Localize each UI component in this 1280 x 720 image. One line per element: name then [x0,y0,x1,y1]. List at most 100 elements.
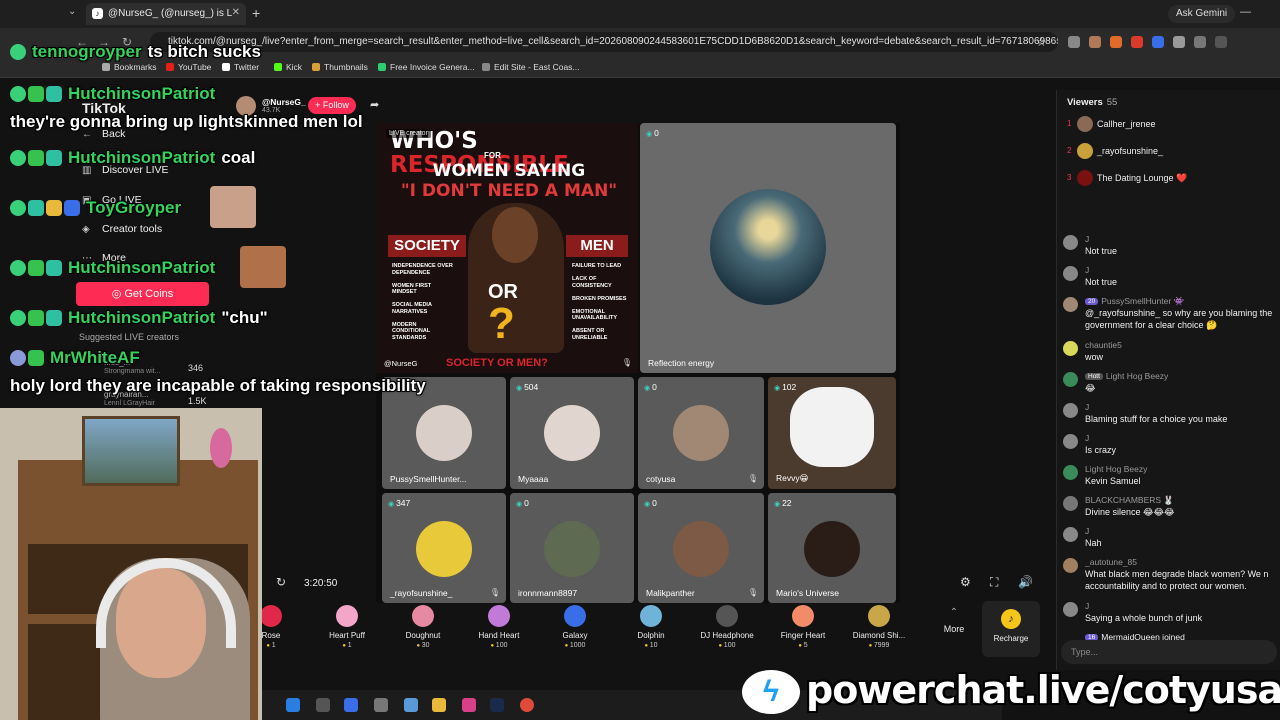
gift-item[interactable]: DJ Headphone100 [694,605,760,649]
bookmark-star-icon[interactable]: ☆ [1036,35,1047,49]
new-tab-icon[interactable]: + [252,5,260,21]
guest-cell[interactable]: 504 Myaaaa [510,377,634,489]
guest-score: 0 [644,498,657,508]
gift-item[interactable]: Galaxy1000 [542,605,608,649]
mic-muted-icon: 🎙 [489,588,500,597]
guest-name: Revvy😁 [776,473,809,483]
guest-cell[interactable]: 0 ironnmann8897 [510,493,634,603]
chat-input[interactable]: Type... [1061,640,1277,664]
more-gifts-button[interactable]: ⌃ More [934,607,974,634]
diamond-gift-icon [868,605,890,627]
guest-avatar [416,405,472,461]
store-icon[interactable] [316,698,330,712]
guest-avatar [804,521,860,577]
guest-name: Mario's Universe [776,588,840,598]
poster-question-mark: ? [488,299,515,348]
download-icon[interactable] [1215,36,1227,48]
guest-score: 0 [644,382,657,392]
chrome-icon[interactable] [520,698,534,712]
viewer-row[interactable]: 3 The Dating Lounge ❤️ [1067,170,1277,188]
guest-name: ironnmann8897 [518,588,578,598]
guest-cell[interactable]: 347 _rayofsunshine_ 🎙 [382,493,506,603]
avatar [1063,496,1078,511]
extension-icon[interactable] [1068,36,1080,48]
streamer-webcam [0,408,262,720]
extensions-puzzle-icon[interactable] [1194,36,1206,48]
heart-puff-gift-icon [336,605,358,627]
live-timer: 3:20:50 [304,578,338,589]
viewers-title: Viewers 55 [1067,97,1118,108]
guest-cell[interactable]: 22 Mario's Universe [768,493,896,603]
settings-icon[interactable] [374,698,388,712]
dolphin-gift-icon [640,605,662,627]
poster-for: FOR [484,151,501,160]
guest-cell[interactable]: 0 Malikpanther 🎙 [638,493,764,603]
live-multi-guest-grid: WHO'S RESPONSIBLE FOR WOMEN SAYING "I DON… [376,123,900,603]
ask-gemini-button[interactable]: Ask Gemini [1168,5,1236,23]
avatar [1063,527,1078,542]
extension-icon[interactable] [1131,36,1143,48]
landscape-painting-image [82,416,180,486]
guest-score: 102 [774,382,796,392]
folder-icon[interactable] [432,698,446,712]
bookmark-edit-site[interactable]: Edit Site - East Coas... [482,62,580,72]
guest-cell[interactable]: 0 Reflection energy [640,123,896,373]
tiktok-favicon-icon: ♪ [92,8,103,19]
extension-icon[interactable] [1110,36,1122,48]
photoshop-icon[interactable] [490,698,504,712]
poster-men-label: MEN [566,235,628,257]
coin-icon: ♪ [1001,609,1021,629]
gift-item[interactable]: Diamond Shi...7999 [846,605,912,649]
overlay-chat-line: HutchinsonPatriot [10,258,215,278]
guest-name: Myaaaa [518,474,549,484]
browser-tab[interactable]: ♪ @NurseG_ (@nurseg_) is L ✕ [86,3,246,25]
avatar [1063,341,1078,356]
extension-icon[interactable] [1173,36,1185,48]
gift-item[interactable]: Doughnut30 [390,605,456,649]
app-icon[interactable] [404,698,418,712]
overlay-chat-line: ToyGroyper [10,198,181,218]
mic-muted-icon: 🎙 [621,358,632,367]
guest-avatar [673,521,729,577]
gift-item[interactable]: Finger Heart5 [770,605,836,649]
avatar [1063,266,1078,281]
recharge-button[interactable]: ♪ Recharge [982,601,1040,657]
avatar [1063,297,1078,312]
guest-name: PussySmellHunter... [390,474,467,484]
viewer-row[interactable]: 2 _rayofsunshine_ [1067,143,1277,161]
extension-icon[interactable] [1089,36,1101,48]
volume-icon[interactable]: 🔊 [1018,575,1033,589]
minimize-icon[interactable]: — [1240,6,1251,18]
tab-list-chevron-icon[interactable]: ⌄ [68,6,76,17]
emote-image [210,186,256,228]
app-icon[interactable] [462,698,476,712]
powerchat-lightning-icon: ϟ [742,670,800,714]
lava-lamp-image [210,428,232,468]
edge-browser-icon[interactable] [286,698,300,712]
doughnut-gift-icon [412,605,434,627]
mail-icon[interactable] [344,698,358,712]
overlay-chat-line: they're gonna bring up lightskinned men … [10,112,363,131]
viewer-row[interactable]: 1 Callher_jrenee [1067,116,1277,134]
avatar [1063,558,1078,573]
tab-close-icon[interactable]: ✕ [232,7,240,18]
avatar [1077,170,1093,186]
gift-item[interactable]: Dolphin10 [618,605,684,649]
extension-icon[interactable] [1152,36,1164,48]
hand-heart-gift-icon [488,605,510,627]
gift-item[interactable]: Heart Puff1 [314,605,380,649]
settings-gear-icon[interactable]: ⚙ [960,575,971,589]
powerchat-url: powerchat.live/cotyusa [806,668,1280,712]
guest-cell[interactable]: 0 cotyusa 🎙 [638,377,764,489]
rose-gift-icon [260,605,282,627]
guest-name: Reflection energy [648,358,715,368]
gift-bar: Rose1 Heart Puff1 Doughnut30 Hand Heart1… [260,601,1042,665]
guest-score: 504 [516,382,538,392]
gift-item[interactable]: Hand Heart100 [466,605,532,649]
avatar [1063,235,1078,250]
guest-cell[interactable]: 102 Revvy😁 [768,377,896,489]
guest-avatar [710,189,826,305]
fullscreen-icon[interactable]: ⛶ [990,575,998,590]
refresh-icon[interactable]: ↻ [276,575,286,589]
avatar [1063,602,1078,617]
